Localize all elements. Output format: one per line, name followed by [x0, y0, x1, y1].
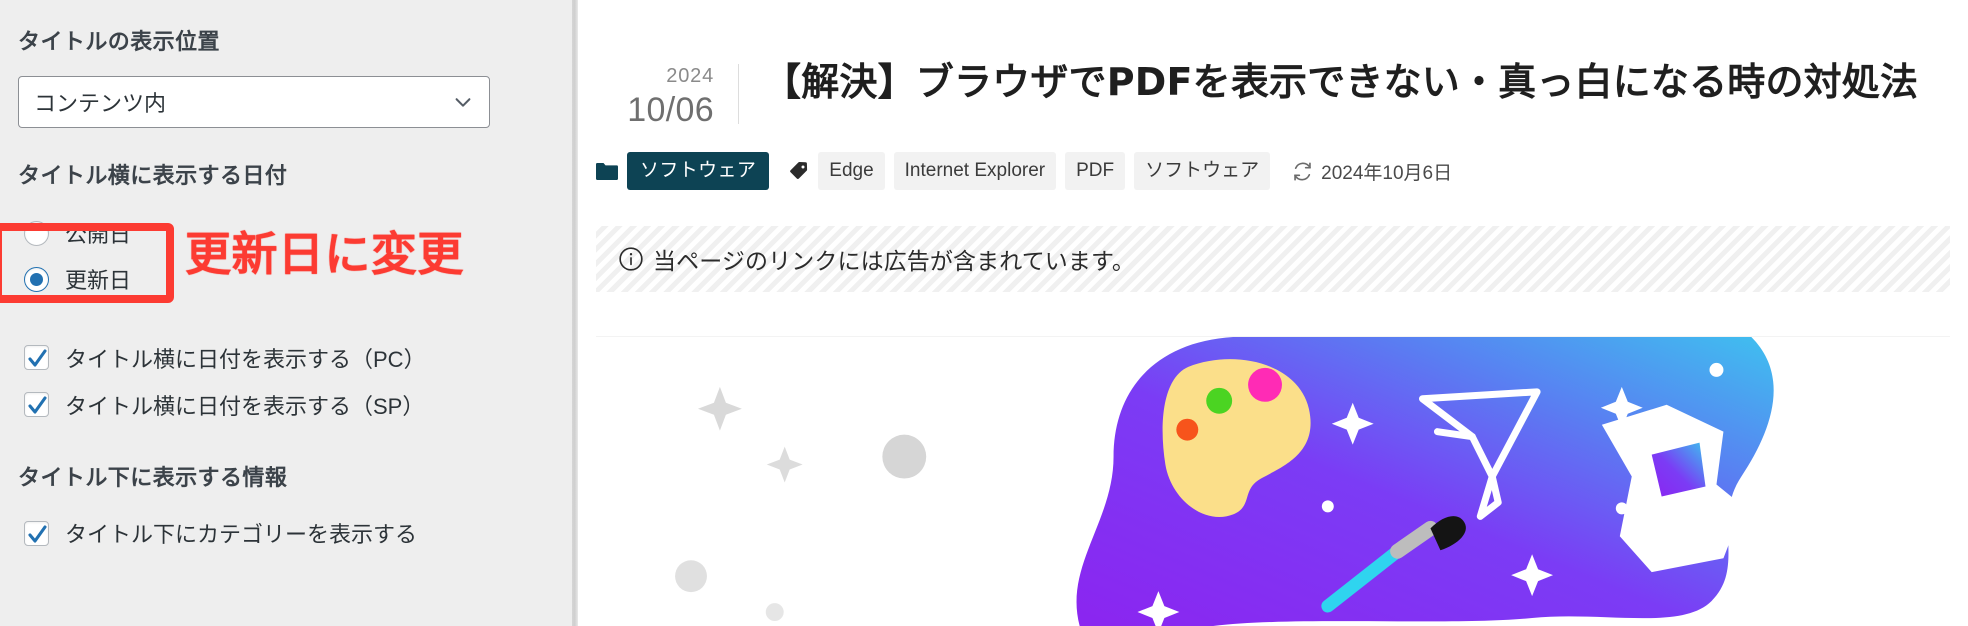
tag-chip-3[interactable]: PDF — [1065, 152, 1126, 191]
ad-disclosure-text: 当ページのリンクには広告が含まれています。 — [653, 248, 1135, 275]
checkbox-show-date-pc[interactable] — [24, 345, 49, 371]
article-meta-row: ソフトウェア Edge Internet Explorer PDF ソフトウェア — [578, 152, 1968, 191]
article-date-year: 2024 — [666, 65, 714, 87]
article-header: 2024 10/06 【解決】ブラウザでPDFを表示できない・真っ白になる時の対… — [578, 0, 1968, 130]
checkbox-row-show-category[interactable]: タイトル下にカテゴリーを表示する — [24, 510, 496, 557]
radio-indicator-updated[interactable] — [24, 266, 49, 292]
annotation-text: 更新日に変更 — [185, 227, 464, 281]
checkbox-show-category[interactable] — [24, 520, 49, 546]
design-tools-illustration — [596, 337, 1950, 626]
tag-chip-1[interactable]: Edge — [818, 152, 885, 191]
radio-label-published: 公開日 — [65, 222, 132, 248]
info-circle-icon — [618, 246, 644, 272]
checkbox-label-show-date-sp: タイトル横に日付を表示する（SP） — [65, 393, 425, 419]
tag-chip-4[interactable]: ソフトウェア — [1134, 152, 1271, 191]
preview-article-pane: 2024 10/06 【解決】ブラウザでPDFを表示できない・真っ白になる時の対… — [578, 0, 1968, 626]
tag-icon — [789, 161, 809, 181]
article-date-block: 2024 10/06 — [578, 56, 738, 130]
title-position-select[interactable]: コンテンツ内 — [18, 75, 490, 128]
ad-disclosure-notice: 当ページのリンクには広告が含まれています。 — [596, 226, 1950, 293]
folder-icon — [596, 162, 618, 181]
updated-date-group: 2024年10月6日 — [1292, 158, 1452, 185]
section-heading-date-beside-title: タイトル横に表示する日付 — [18, 162, 288, 188]
featured-image — [596, 336, 1950, 626]
section-heading-below-title-info: タイトル下に表示する情報 — [18, 465, 288, 491]
category-badge[interactable]: ソフトウェア — [627, 152, 770, 191]
checkbox-label-show-date-pc: タイトル横に日付を表示する（PC） — [65, 346, 426, 372]
checkbox-row-show-date-sp[interactable]: タイトル横に日付を表示する（SP） — [24, 381, 496, 428]
updated-date-text: 2024年10月6日 — [1321, 162, 1453, 184]
section-heading-title-position: タイトルの表示位置 — [18, 29, 220, 54]
radio-label-updated: 更新日 — [65, 268, 132, 294]
page-title: 【解決】ブラウザでPDFを表示できない・真っ白になる時の対処法 — [763, 60, 1919, 104]
checkbox-row-show-date-pc[interactable]: タイトル横に日付を表示する（PC） — [24, 334, 496, 381]
article-date-monthday: 10/06 — [627, 91, 714, 129]
checkbox-show-date-sp[interactable] — [24, 392, 49, 418]
checkbox-label-show-category: タイトル下にカテゴリーを表示する — [65, 522, 418, 548]
customizer-sidebar: タイトルの表示位置 コンテンツ内 タイトル横に表示する日付 公開日 更新日 タイ… — [0, 0, 578, 626]
title-position-select-wrapper[interactable]: コンテンツ内 — [18, 75, 490, 128]
customizer-preview-screen: タイトルの表示位置 コンテンツ内 タイトル横に表示する日付 公開日 更新日 タイ… — [0, 0, 1968, 626]
refresh-icon — [1292, 161, 1313, 182]
radio-indicator-published[interactable] — [24, 220, 49, 246]
sidebar-divider — [572, 0, 578, 626]
tag-chip-2[interactable]: Internet Explorer — [893, 152, 1057, 191]
